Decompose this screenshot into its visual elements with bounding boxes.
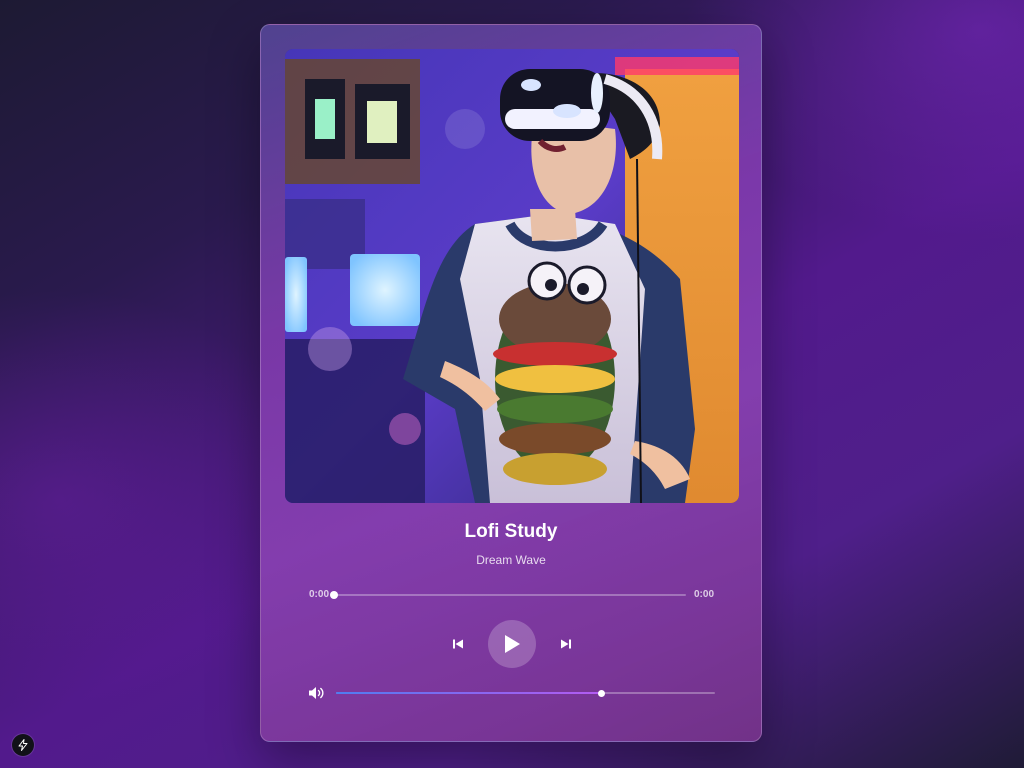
- volume-slider[interactable]: [336, 689, 715, 697]
- seek-bar-thumb[interactable]: [330, 591, 338, 599]
- track-title: Lofi Study: [464, 521, 558, 542]
- skip-previous-icon: [453, 639, 463, 649]
- album-art: [285, 49, 739, 503]
- play-icon: [505, 635, 520, 653]
- volume-icon[interactable]: [308, 685, 326, 701]
- skip-next-icon: [561, 639, 571, 649]
- previous-track-button[interactable]: [449, 635, 467, 653]
- volume-slider-thumb[interactable]: [597, 689, 605, 697]
- seek-bar[interactable]: [330, 591, 686, 599]
- volume-slider-fill: [336, 692, 602, 694]
- lightning-icon: [18, 739, 28, 751]
- current-time: 0:00: [309, 589, 330, 600]
- dev-tools-badge[interactable]: [12, 734, 34, 756]
- music-player-card: Lofi Study Dream Wave 0:00 0:00: [260, 24, 762, 742]
- next-track-button[interactable]: [557, 635, 575, 653]
- total-time: 0:00: [694, 589, 715, 600]
- track-artist: Dream Wave: [476, 553, 546, 567]
- play-button[interactable]: [488, 620, 536, 668]
